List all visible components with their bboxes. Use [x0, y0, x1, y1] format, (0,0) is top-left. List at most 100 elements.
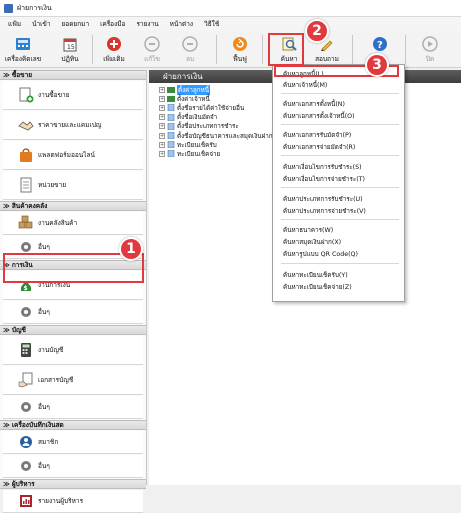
handshake-icon — [17, 117, 34, 134]
shopping-bag-icon — [17, 147, 34, 164]
calculator-icon — [15, 36, 31, 52]
document-icon — [167, 150, 175, 158]
svg-text:$: $ — [23, 285, 27, 292]
expand-icon[interactable]: + — [159, 150, 165, 157]
sidebar-section-trading[interactable]: ≫ ซื้อขาย — [0, 70, 146, 80]
sidebar-item-finance-other[interactable]: อื่นๆ — [3, 301, 143, 324]
document-icon — [167, 141, 175, 149]
calendar-button[interactable]: 15 ปฏิทิน — [52, 33, 88, 66]
menu-opening-balance[interactable]: ยอดยกมา — [62, 19, 90, 29]
menu-separator — [281, 93, 399, 94]
toolbar-divider — [352, 35, 353, 64]
step-badge-3: 3 — [365, 53, 389, 77]
delete-button[interactable]: ลบ — [172, 33, 208, 66]
sidebar-section-management[interactable]: ≫ ผู้บริหาร — [0, 479, 146, 489]
step-badge-2: 2 — [305, 19, 329, 43]
menu-tools[interactable]: เครื่องมือ — [100, 19, 125, 29]
gear-icon — [17, 399, 34, 416]
folder-icon — [167, 87, 175, 94]
sidebar-section-accounting[interactable]: ≫ บัญชี — [0, 325, 146, 335]
toolbar-divider — [92, 35, 93, 64]
document-add-icon — [17, 87, 34, 104]
expand-icon[interactable]: + — [159, 123, 165, 130]
sidebar-item-accounting-documents[interactable]: เอกสารบัญชี — [3, 366, 143, 395]
sidebar-item-trading-work[interactable]: งานซื้อขาย — [3, 81, 143, 110]
toolbar: เครื่องคิดเลข 15 ปฏิทิน เพิ่มเติม แก้ไข … — [0, 31, 461, 68]
search-bank-menu-item[interactable]: ค้นหาธนาคาร(W) — [283, 225, 333, 235]
sidebar-section-inventory[interactable]: ≫ สินค้าคงคลัง — [0, 201, 146, 211]
menu-import[interactable]: นำเข้า — [32, 19, 50, 29]
edit-button[interactable]: แก้ไข — [134, 33, 170, 66]
search-payment-terms-menu-item[interactable]: ค้นหาเงื่อนไขการจ่ายชำระ(T) — [283, 174, 365, 184]
document-icon — [167, 132, 175, 140]
menubar: แฟ้ม นำเข้า ยอดยกมา เครื่องมือ รายงาน หน… — [0, 17, 461, 31]
document-icon — [167, 104, 175, 112]
sidebar-item-price-campaign[interactable]: ราคาขายและแคมเปญ — [3, 111, 143, 140]
search-receivable-doc-menu-item[interactable]: ค้นหาเอกสารตั้งหนี้(N) — [283, 99, 345, 109]
search-payable-doc-menu-item[interactable]: ค้นหาเอกสารตั้งเจ้าหนี้(O) — [283, 111, 355, 121]
add-button[interactable]: เพิ่มเติม — [96, 33, 132, 66]
document-icon — [167, 122, 175, 130]
expand-icon[interactable]: + — [159, 132, 165, 139]
sidebar-item-warehouse-work[interactable]: งานคลังสินค้า — [3, 212, 143, 235]
collapse-icon: ≫ — [3, 326, 10, 334]
menu-separator — [281, 219, 399, 220]
close-button[interactable]: ปิด — [412, 33, 448, 66]
window-title: ฝ่ายการเงิน — [17, 3, 52, 12]
step-badge-1: 1 — [119, 237, 143, 261]
collapse-icon: ≫ — [3, 480, 10, 488]
calendar-icon: 15 — [62, 36, 78, 52]
search-dropdown-menu: ค้นหาลูกหนี้(L) ค้นหาเจ้าหนี้(M) ค้นหาเอ… — [272, 64, 405, 302]
toolbar-divider — [405, 35, 406, 64]
expand-icon[interactable]: + — [159, 141, 165, 148]
sidebar-item-cash-register-other[interactable]: อื่นๆ — [3, 455, 143, 478]
sidebar-item-accounting-work[interactable]: งานบัญชี — [3, 336, 143, 365]
menu-reports[interactable]: รายงาน — [136, 19, 158, 29]
members-icon — [17, 434, 34, 451]
sidebar-item-online-platform[interactable]: แพลตฟอร์มออนไลน์ — [3, 141, 143, 170]
sidebar-item-sales-unit[interactable]: หน่วยขาย — [3, 171, 143, 200]
menu-separator — [281, 263, 399, 264]
folder-icon — [167, 96, 175, 103]
sidebar-item-accounting-other[interactable]: อื่นๆ — [3, 396, 143, 419]
search-cheque-received-menu-item[interactable]: ค้นหาทะเบียนเช็ครับ(Y) — [283, 270, 348, 280]
document-icon — [17, 177, 34, 194]
search-payment-type-menu-item[interactable]: ค้นหาประเภทการจ่ายชำระ(V) — [283, 206, 366, 216]
menu-file[interactable]: แฟ้ม — [8, 19, 21, 29]
menu-separator — [281, 155, 399, 156]
boxes-icon — [17, 215, 34, 232]
expand-icon[interactable]: + — [159, 86, 165, 93]
search-cheque-paid-menu-item[interactable]: ค้นหาทะเบียนเช็คจ่าย(Z) — [283, 282, 352, 292]
search-deposit-paid-menu-item[interactable]: ค้นหาเอกสารจ่ายมัดจำ(R) — [283, 142, 355, 152]
delete-icon — [182, 36, 198, 52]
search-creditor-menu-item[interactable]: ค้นหาเจ้าหนี้(M) — [283, 80, 327, 90]
add-icon — [106, 36, 122, 52]
refresh-icon — [232, 36, 248, 52]
gear-icon — [17, 458, 34, 475]
search-receipt-type-menu-item[interactable]: ค้นหาประเภทการรับชำระ(U) — [283, 194, 363, 204]
search-qr-code-menu-item[interactable]: ค้นหารูปแบบ QR Code(Q) — [283, 249, 358, 259]
calculator-icon — [17, 342, 34, 359]
collapse-icon: ≫ — [3, 421, 10, 429]
search-bankbook-menu-item[interactable]: ค้นหาสมุดเงินฝาก(X) — [283, 237, 341, 247]
collapse-icon: ≫ — [3, 202, 10, 210]
toolbar-divider — [216, 35, 217, 64]
sidebar-item-management-report[interactable]: รายงานผู้บริหาร — [3, 490, 143, 513]
menu-separator — [281, 124, 399, 125]
search-deposit-received-menu-item[interactable]: ค้นหาเอกสารรับมัดจำ(P) — [283, 130, 351, 140]
menu-help[interactable]: วิธีใช้ — [204, 19, 219, 29]
expand-icon[interactable]: + — [159, 104, 165, 111]
expand-icon[interactable]: + — [159, 95, 165, 102]
sidebar-item-member[interactable]: สมาชิก — [3, 431, 143, 454]
toolbar-divider — [262, 35, 263, 64]
refresh-button[interactable]: ฟื้นฟู — [222, 33, 258, 66]
expand-icon[interactable]: + — [159, 114, 165, 121]
report-icon — [17, 493, 34, 510]
menu-window[interactable]: หน้าต่าง — [170, 19, 193, 29]
calculator-button[interactable]: เครื่องคิดเลข — [4, 33, 42, 66]
window-titlebar: ฝ่ายการเงิน — [0, 0, 461, 17]
svg-text:15: 15 — [67, 44, 75, 51]
search-receipt-terms-menu-item[interactable]: ค้นหาเงื่อนไขการรับชำระ(S) — [283, 162, 362, 172]
sidebar-section-cash-register[interactable]: ≫ เครื่องบันทึกเงินสด — [0, 420, 146, 430]
help-icon: ? — [372, 36, 388, 52]
